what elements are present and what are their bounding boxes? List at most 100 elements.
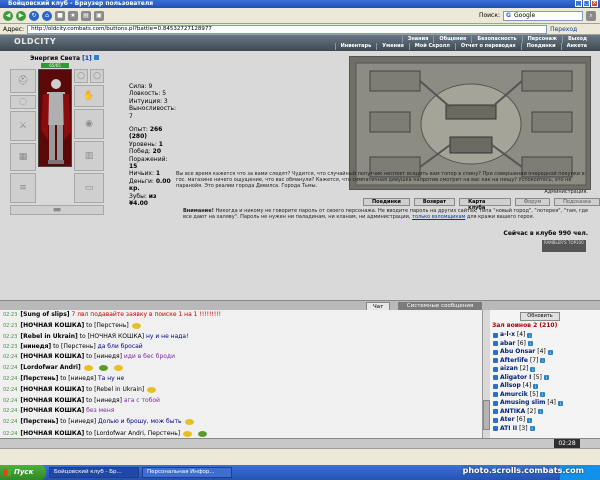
user-name[interactable]: abar [500,340,515,349]
user-entry[interactable]: Abu Onsar [4] i [493,348,597,357]
user-entry[interactable]: ATI II [3] i [493,425,597,434]
user-info-icon[interactable]: i [540,392,546,398]
user-info-icon[interactable]: i [527,332,533,338]
private-msg-icon[interactable] [493,358,498,364]
chat-time[interactable]: 02:24 [3,387,17,393]
user-info-icon[interactable]: i [527,341,533,347]
chat-time[interactable]: 02:24 [3,376,17,382]
chat-nick[interactable]: [Lordofwar Andri] [20,364,80,371]
chat-time[interactable]: 02:23 [3,334,17,340]
close-button[interactable]: × [591,0,598,7]
chat-time[interactable]: 02:23 [3,344,17,350]
print-icon[interactable]: ▤ [81,10,91,21]
user-entry[interactable]: Afterlife [7] i [493,357,597,366]
tab-chat[interactable]: Чат [366,302,391,310]
chat-nick[interactable]: [НОЧНАЯ КОШКА] [20,353,84,360]
chat-time[interactable]: 02:24 [3,398,17,404]
chat-nick[interactable]: [Rebel in Ukrain] [20,333,77,340]
search-go-icon[interactable]: ⌕ [586,10,596,21]
club-map[interactable] [349,56,591,190]
chat-target[interactable]: [нинедя] [94,353,122,360]
chat-target[interactable]: [Lordofwar Andri, Перстень] [94,430,180,437]
forward-icon[interactable]: ▶ [16,10,26,21]
character-name[interactable]: Энергия Света [1] [30,55,99,62]
user-info-icon[interactable]: i [540,358,546,364]
start-button[interactable]: Пуск [0,465,46,480]
back-icon[interactable]: ◀ [3,10,13,21]
menu-item[interactable]: Персонаж [521,36,562,43]
user-name[interactable]: Allsop [500,382,521,391]
helmet-slot[interactable]: ⛑ [10,69,36,93]
chat-nick[interactable]: [Перстень] [20,375,58,382]
nav-button[interactable]: Поединки [363,198,410,206]
chat-target[interactable]: [нинедя] [68,375,96,382]
chat-scrollbar[interactable] [482,310,490,438]
legs-slot[interactable]: ▥ [74,141,104,171]
menu-item[interactable]: Общение [433,36,471,43]
private-msg-icon[interactable] [493,341,498,347]
menu-item[interactable]: Анкета [560,43,592,50]
user-entry[interactable]: Allsop [4] i [493,382,597,391]
user-name[interactable]: Amurcik [500,391,528,400]
amulet-slot[interactable]: ◌ [10,95,36,109]
refresh-list-button[interactable]: Обновить [520,312,560,321]
stop-icon[interactable]: ■ [55,10,65,21]
user-entry[interactable]: Amusing slim [4] i [493,399,597,408]
menu-item[interactable]: Выход [561,36,592,43]
user-info-icon[interactable]: i [557,400,563,406]
nav-button[interactable]: Форум [514,198,551,206]
menu-item[interactable]: Безопасность [471,36,521,43]
user-name[interactable]: aizan [500,365,518,374]
chat-time[interactable]: 02:23 [3,323,17,329]
weapon-slot[interactable]: ⚔ [10,111,36,141]
chat-nick[interactable]: [НОЧНАЯ КОШКА] [20,386,84,393]
user-entry[interactable]: Amurcik [5] i [493,391,597,400]
menu-item[interactable]: Инвентарь [334,43,377,50]
user-entry[interactable]: ANTIKA [2] i [493,408,597,417]
chat-target[interactable]: [нинедя] [68,418,96,425]
menu-item[interactable]: Мой Скролл [408,43,455,50]
chat-time[interactable]: 02:23 [3,312,17,318]
character-avatar[interactable] [38,69,72,167]
user-name[interactable]: ATI II [500,425,517,434]
private-msg-icon[interactable] [493,426,498,432]
user-info-icon[interactable]: i [529,426,535,432]
menu-item[interactable]: Знания [401,36,434,43]
search-input[interactable]: Google [503,10,583,21]
menu-item[interactable]: Умения [376,43,409,50]
menu-item[interactable]: Отчет о переводах [454,43,521,50]
nav-button[interactable]: Карта клуба [459,198,511,211]
user-name[interactable]: Aligator I [500,374,531,383]
user-entry[interactable]: aizan [2] i [493,365,597,374]
armor-slot[interactable]: ▦ [10,143,36,171]
url-input[interactable]: http://oldcity.combats.com/buttons.pl?ba… [27,24,548,34]
maximize-button[interactable]: □ [583,0,590,7]
user-entry[interactable]: Ater [6] i [493,416,597,425]
user-entry[interactable]: Aligator I [5] i [493,374,597,383]
home-icon[interactable]: ⌂ [42,10,52,21]
user-name[interactable]: Amusing slim [500,399,545,408]
user-name[interactable]: Ater [500,416,515,425]
chat-target[interactable]: [Rebel in Ukrain] [94,386,144,393]
user-info-icon[interactable]: i [547,349,553,355]
boots-slot[interactable]: ▭ [74,173,104,203]
chat-nick[interactable]: [НОЧНАЯ КОШКА] [20,407,84,414]
info-icon[interactable] [93,55,99,60]
private-msg-icon[interactable] [493,375,498,381]
favorites-icon[interactable]: ★ [68,10,78,21]
tab-system-messages[interactable]: Системные сообщения [398,302,482,310]
menu-item[interactable]: Поединки [520,43,561,50]
task-profile[interactable]: Персональная Инфор... [142,467,232,478]
rambler-counter[interactable]: RAMBLER'S TOP100 [542,240,586,252]
shield-slot[interactable]: ◉ [74,109,104,139]
private-msg-icon[interactable] [493,383,498,389]
private-msg-icon[interactable] [493,409,498,415]
chat-target[interactable]: [Перстень] [61,343,96,350]
chat-time[interactable]: 02:24 [3,431,17,437]
user-info-icon[interactable]: i [530,366,536,372]
user-entry[interactable]: abar [6] i [493,340,597,349]
chat-nick[interactable]: [Sung of slips] [20,311,69,318]
user-info-icon[interactable]: i [527,417,533,423]
chat-nick[interactable]: [НОЧНАЯ КОШКА] [20,397,84,404]
chat-time[interactable]: 02:24 [3,419,17,425]
